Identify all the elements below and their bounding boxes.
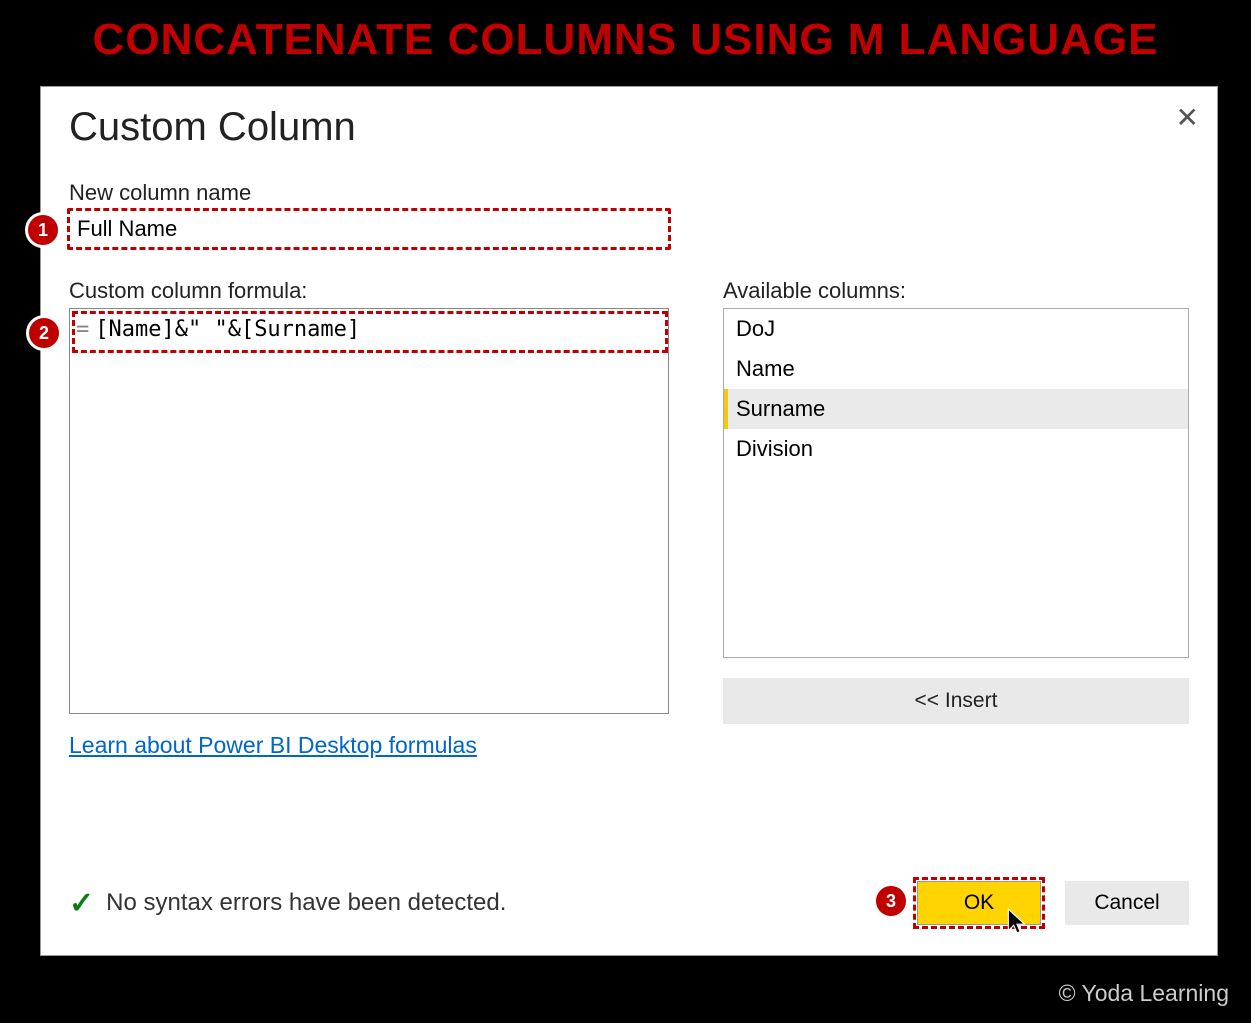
new-column-name-label: New column name: [69, 180, 1189, 206]
insert-button[interactable]: << Insert: [723, 678, 1189, 724]
callout-badge-1: 1: [25, 212, 61, 248]
available-columns-list[interactable]: DoJ Name Surname Division: [723, 308, 1189, 658]
cancel-button[interactable]: Cancel: [1065, 881, 1189, 925]
slide-title: CONCATENATE COLUMNS USING M LANGUAGE: [0, 0, 1251, 75]
callout-badge-2: 2: [26, 315, 62, 351]
copyright: © Yoda Learning: [1059, 980, 1229, 1007]
formula-prefix: =: [76, 317, 95, 342]
available-item-surname[interactable]: Surname: [724, 389, 1188, 429]
learn-formulas-link[interactable]: Learn about Power BI Desktop formulas: [69, 732, 477, 758]
available-item-division[interactable]: Division: [724, 429, 1188, 469]
formula-editor[interactable]: = [Name]&" "&[Surname] 2: [69, 308, 669, 714]
ok-label: OK: [964, 891, 994, 915]
new-column-name-input[interactable]: [69, 210, 669, 248]
check-icon: ✓: [69, 886, 94, 921]
custom-column-dialog: ✕ Custom Column New column name 1 Custom…: [40, 86, 1218, 956]
formula-label: Custom column formula:: [69, 278, 669, 304]
available-columns-label: Available columns:: [723, 278, 1189, 304]
formula-code: [Name]&" "&[Surname]: [95, 317, 360, 342]
available-item-name[interactable]: Name: [724, 349, 1188, 389]
callout-badge-3: 3: [873, 883, 909, 919]
ok-button[interactable]: OK: [917, 881, 1041, 925]
available-item-doj[interactable]: DoJ: [724, 309, 1188, 349]
close-icon[interactable]: ✕: [1176, 101, 1199, 134]
dialog-title: Custom Column: [69, 105, 1189, 150]
status-text: No syntax errors have been detected.: [106, 889, 506, 917]
status-bar: ✓ No syntax errors have been detected.: [69, 886, 506, 921]
